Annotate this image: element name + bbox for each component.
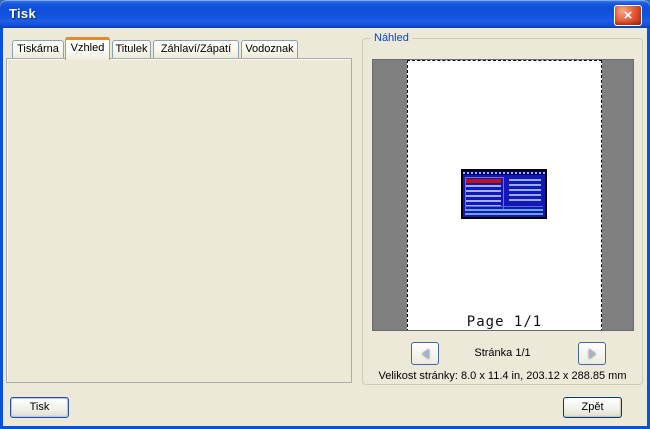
preview-page: Page 1/1	[407, 60, 602, 330]
tab-tiskarna[interactable]: Tiskárna	[12, 40, 64, 58]
next-page-button[interactable]	[578, 342, 606, 365]
page-number-label: Page 1/1	[466, 314, 543, 330]
tab-vzhled[interactable]: Vzhled	[65, 37, 110, 60]
close-icon[interactable]: ×	[614, 5, 642, 26]
preview-group: Náhled Page 1/1 Stránka 1/1 Velikost str…	[362, 32, 643, 385]
tab-page-vzhled	[6, 58, 352, 383]
preview-thumbnail	[461, 169, 547, 219]
preview-group-label: Náhled	[371, 32, 412, 44]
arrow-right-icon	[588, 348, 596, 359]
page-size-label: Velikost stránky: 8.0 x 11.4 in, 203.12 …	[378, 370, 627, 382]
title-bar: Tisk ×	[0, 0, 650, 28]
window-title: Tisk	[9, 6, 36, 21]
print-button[interactable]: Tisk	[10, 397, 69, 418]
tab-titulek[interactable]: Titulek	[112, 40, 151, 58]
preview-area: Page 1/1	[372, 59, 634, 331]
tab-vodoznak[interactable]: Vodoznak	[241, 40, 298, 58]
print-dialog: Tisk × Tiskárna Vzhled Titulek Záhlaví/Z…	[0, 0, 650, 429]
back-button[interactable]: Zpět	[563, 397, 622, 418]
tab-zahlavi-zapati[interactable]: Záhlaví/Zápatí	[153, 40, 239, 58]
dialog-body: Tiskárna Vzhled Titulek Záhlaví/Zápatí V…	[3, 28, 647, 426]
